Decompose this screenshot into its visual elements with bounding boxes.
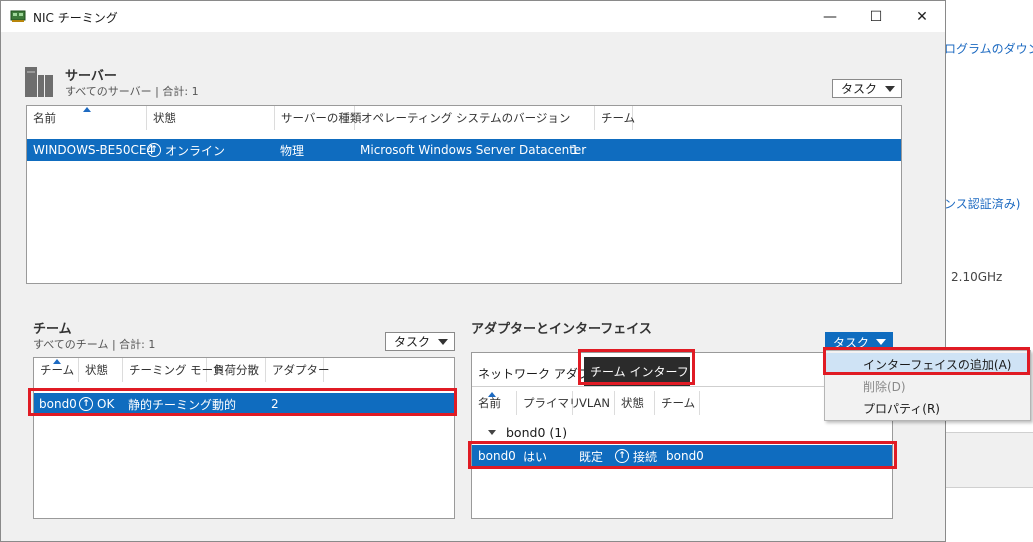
column-header-team[interactable]: チーム [34,358,79,382]
column-header-primary[interactable]: プライマリ [517,391,581,415]
sort-ascending-icon [83,107,91,112]
column-header-team-status[interactable]: 状態 [79,358,123,382]
column-header-status[interactable]: 状態 [147,106,275,130]
nic-teaming-app-icon [10,10,26,22]
column-header-adapter-status[interactable]: 状態 [615,391,655,415]
column-header-name[interactable]: 名前 [27,106,147,130]
column-header-adapters[interactable]: アダプター [266,358,330,382]
server-icon [25,67,53,97]
background-activation-text: ンス認証済み) [944,197,1021,211]
minimize-icon: — [823,8,837,25]
servers-task-button[interactable]: タスク [832,79,902,98]
servers-task-label: タスク [841,82,878,96]
team-row-highlight [28,388,457,416]
column-header-adapter-name[interactable]: 名前 [472,391,517,415]
sort-ascending-icon [488,392,496,397]
nic-teaming-window: NIC チーミング — ☐ ✕ サーバー すべてのサーバー | 合計: 1 タス… [0,0,946,542]
column-header-teams[interactable]: チーム [595,106,635,130]
server-row[interactable]: WINDOWS-BE50CE4 ↑ オンライン 物理 Microsoft Win… [27,139,901,161]
adapters-title: アダプターとインターフェイス [471,322,652,337]
background-cpu-text: 2.10GHz [951,270,1003,284]
close-icon: ✕ [916,8,928,25]
team-interfaces-tab-highlight [578,349,695,385]
maximize-button[interactable]: ☐ [853,1,899,32]
minimize-button[interactable]: — [807,1,853,32]
server-status: オンライン [165,143,226,158]
window-title: NIC チーミング [33,11,118,25]
maximize-icon: ☐ [869,8,883,25]
column-header-load-balancing[interactable]: 負荷分散 [207,358,266,382]
add-interface-highlight [823,347,1030,375]
background-link-text: ログラムのダウンロード [944,42,1033,56]
servers-title: サーバー [65,69,117,84]
servers-list[interactable]: 名前 状態 サーバーの種類 オペレーティング システムのバージョン チーム WI… [26,105,902,284]
online-arrow-icon: ↑ [147,143,161,157]
sort-ascending-icon [53,359,61,364]
server-type: 物理 [280,143,305,158]
chevron-down-icon [876,339,886,345]
column-header-vlan[interactable]: VLAN [573,391,615,415]
menu-item-delete[interactable]: 削除(D) [825,375,1030,397]
chevron-down-icon [438,339,448,345]
server-team-count: 1 [571,143,579,157]
background-panel [946,432,1033,488]
server-os-version: Microsoft Windows Server Datacenter [360,143,587,157]
interface-row-highlight [468,441,897,469]
teams-subtitle: すべてのチーム | 合計: 1 [33,338,156,351]
column-header-adapter-team[interactable]: チーム [655,391,700,415]
background-window: ログラムのダウンロード ンス認証済み) 2.10GHz [944,0,1033,542]
teams-task-button[interactable]: タスク [385,332,455,351]
column-header-teaming-mode[interactable]: チーミング モード [123,358,225,382]
expand-triangle-icon[interactable] [488,430,496,435]
server-status-cell: ↑ オンライン [147,139,225,161]
teams-list[interactable]: チーム 状態 チーミング モード 負荷分散 アダプター bond0 ↑ OK 静… [33,357,455,519]
server-name: WINDOWS-BE50CE4 [33,143,155,157]
teams-task-label: タスク [394,335,431,349]
close-button[interactable]: ✕ [899,1,945,32]
teams-title: チーム [33,322,72,337]
group-label: bond0 (1) [506,425,568,440]
menu-item-properties[interactable]: プロパティ(R) [825,397,1030,419]
group-header-bond0[interactable]: bond0 (1) [488,425,567,440]
title-bar: NIC チーミング — ☐ ✕ [1,1,945,32]
servers-subtitle: すべてのサーバー | 合計: 1 [65,85,199,98]
chevron-down-icon [885,86,895,92]
column-header-server-type[interactable]: サーバーの種類 [275,106,361,130]
column-header-os-version[interactable]: オペレーティング システムのバージョン [355,106,595,130]
